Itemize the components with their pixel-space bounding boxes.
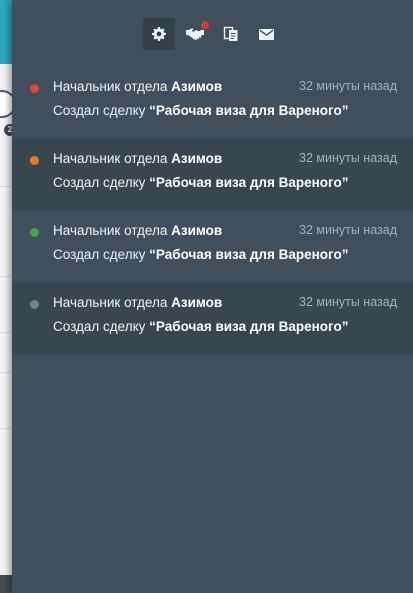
notification-author-role: Начальник отдела — [53, 295, 168, 310]
notification-author-name: Азимов — [171, 295, 223, 310]
notification-panel: Начальник отдела Азимов 32 минуты назад … — [12, 0, 413, 593]
notification-list: Начальник отдела Азимов 32 минуты назад … — [12, 66, 413, 354]
notification-time: 32 минуты назад — [299, 79, 397, 93]
gear-icon — [151, 27, 166, 41]
notification-action: Создал сделку — [53, 319, 146, 334]
notification-subject[interactable]: “Рабочая виза для Вареного” — [149, 175, 348, 190]
notification-badge — [200, 21, 209, 29]
notification-author-role: Начальник отдела — [53, 223, 168, 238]
notification-item[interactable]: Начальник отдела Азимов 32 минуты назад … — [12, 282, 413, 354]
notification-item[interactable]: Начальник отдела Азимов 32 минуты назад … — [12, 66, 413, 138]
notification-action: Создал сделку — [53, 175, 146, 190]
notification-time: 32 минуты назад — [299, 151, 397, 165]
settings-button[interactable] — [142, 18, 175, 50]
status-dot — [30, 300, 39, 309]
envelope-icon — [259, 28, 274, 40]
notification-author-role: Начальник отдела — [53, 79, 168, 94]
notification-action: Создал сделку — [53, 247, 146, 262]
notification-author-name: Азимов — [171, 79, 223, 94]
notification-time: 32 минуты назад — [299, 295, 397, 309]
notification-time: 32 минуты назад — [299, 223, 397, 237]
notification-item[interactable]: Начальник отдела Азимов 32 минуты назад … — [12, 210, 413, 282]
handshake-icon — [185, 27, 204, 41]
documents-icon — [223, 26, 239, 42]
documents-button[interactable] — [215, 18, 247, 50]
notification-subject[interactable]: “Рабочая виза для Вареного” — [149, 247, 348, 262]
notification-subject[interactable]: “Рабочая виза для Вареного” — [149, 103, 348, 118]
deals-button[interactable] — [179, 18, 211, 50]
notification-action: Создал сделку — [53, 103, 146, 118]
notification-author-role: Начальник отдела — [53, 151, 168, 166]
notification-subject[interactable]: “Рабочая виза для Вареного” — [149, 319, 348, 334]
status-dot — [30, 228, 39, 237]
notification-author-name: Азимов — [171, 151, 223, 166]
messages-button[interactable] — [251, 18, 283, 50]
notification-toolbar — [12, 0, 413, 66]
status-dot — [30, 84, 39, 93]
notification-item[interactable]: Начальник отдела Азимов 32 минуты назад … — [12, 138, 413, 210]
notification-author-name: Азимов — [171, 223, 223, 238]
status-dot — [30, 156, 39, 165]
